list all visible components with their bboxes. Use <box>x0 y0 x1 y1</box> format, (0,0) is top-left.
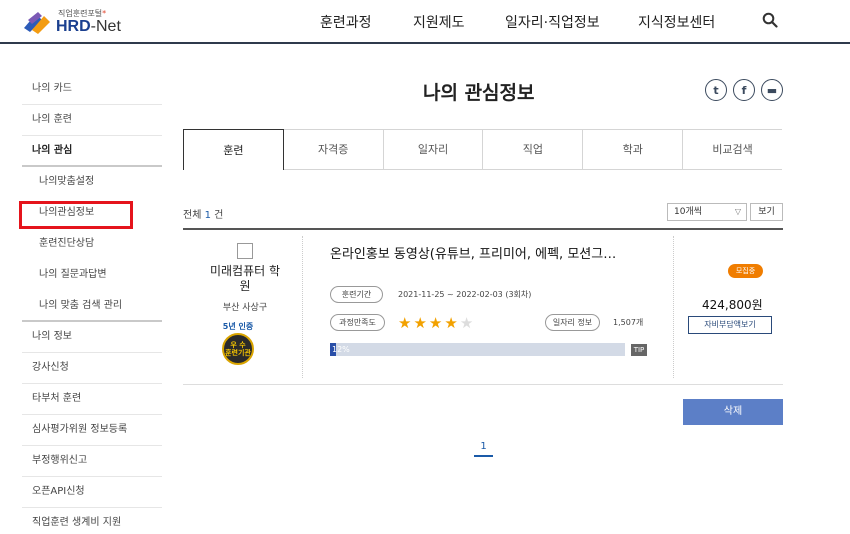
period-value: 2021-11-25 ~ 2022-02-03 (3회차) <box>398 290 532 299</box>
sidebar-item-my-card[interactable]: 나의 카드 <box>22 74 162 105</box>
cert-label: 5년 인증 <box>222 322 254 331</box>
header: 직업훈련포털* HRD-Net 훈련과정 지원제도 일자리·직업정보 지식정보센… <box>0 0 850 44</box>
column-divider <box>673 236 674 378</box>
column-divider <box>302 236 303 378</box>
tab-compare-search[interactable]: 비교검색 <box>683 130 782 169</box>
logo-mark-icon <box>24 12 50 34</box>
org-name[interactable]: 미래컴퓨터 학원 <box>205 264 285 294</box>
self-payment-button[interactable]: 자비부담액보기 <box>688 316 772 334</box>
sidebar-item-my-interest[interactable]: 나의 관심 <box>22 136 162 167</box>
sidebar-item-my-info[interactable]: 나의 정보 <box>22 322 162 353</box>
pagination-page-1[interactable]: 1 <box>474 441 493 457</box>
nav-support-system[interactable]: 지원제도 <box>413 12 465 32</box>
jobs-info-button[interactable]: 일자리 정보 <box>545 314 600 331</box>
delete-button[interactable]: 삭제 <box>683 399 783 425</box>
tab-occupation[interactable]: 직업 <box>483 130 584 169</box>
star-icon: ★ <box>398 314 414 332</box>
excellent-org-badge-icon: 우 수 훈련기관 <box>222 333 254 365</box>
list-top-border <box>183 228 783 230</box>
select-checkbox[interactable] <box>237 243 253 259</box>
twitter-icon[interactable]: t <box>705 79 727 101</box>
nav-training-courses[interactable]: 훈련과정 <box>320 12 372 32</box>
star-icon: ★ <box>459 314 476 332</box>
sidebar-item-instructor-apply[interactable]: 강사신청 <box>22 353 162 384</box>
tab-training[interactable]: 훈련 <box>183 129 284 170</box>
org-location: 부산 사상구 <box>222 303 268 313</box>
sidebar-menu: 나의 카드 나의 훈련 나의 관심 나의맞춤설정 나의관심정보 훈련진단상담 나… <box>19 74 162 534</box>
total-count: 전체 1 건 <box>183 210 224 221</box>
status-badge: 모집중 <box>728 264 763 278</box>
course-title[interactable]: 온라인홍보 동영상(유튜브, 프리미어, 에펙, 모션그… <box>330 243 616 262</box>
period-label: 훈련기간 <box>330 286 383 303</box>
page-title: 나의 관심정보 <box>423 82 535 104</box>
rating-stars: ★★★★★ <box>398 314 475 332</box>
tab-major[interactable]: 학과 <box>583 130 684 169</box>
progress-text: 12% <box>332 345 350 354</box>
tip-button[interactable]: TIP <box>631 344 647 356</box>
satisfaction-label: 과정만족도 <box>330 314 385 331</box>
nav-knowledge-center[interactable]: 지식정보센터 <box>638 12 715 32</box>
facebook-icon[interactable]: f <box>733 79 755 101</box>
nav-jobs-info[interactable]: 일자리·직업정보 <box>505 12 600 32</box>
page-size-select[interactable]: 10개씩 ▽ <box>667 203 747 221</box>
sidebar-item-evaluator-register[interactable]: 심사평가위원 정보등록 <box>22 415 162 446</box>
course-price: 424,800원 <box>702 298 763 312</box>
chevron-down-icon: ▽ <box>734 207 741 216</box>
sidebar-item-custom-search[interactable]: 나의 맞춤 검색 관리 <box>22 291 162 322</box>
tab-certificate[interactable]: 자격증 <box>284 130 384 169</box>
bus-icon[interactable]: ▬ <box>761 79 783 101</box>
sidebar-item-my-qna[interactable]: 나의 질문과답변 <box>22 260 162 291</box>
sidebar-item-other-ministry[interactable]: 타부처 훈련 <box>22 384 162 415</box>
sidebar-item-open-api[interactable]: 오픈API신청 <box>22 477 162 508</box>
list-bottom-border <box>183 384 783 385</box>
sidebar-item-training-consult[interactable]: 훈련진단상담 <box>22 229 162 260</box>
hrd-net-logo[interactable]: 직업훈련포털* HRD-Net <box>22 6 137 38</box>
view-button[interactable]: 보기 <box>750 203 783 221</box>
sidebar-item-living-support[interactable]: 직업훈련 생계비 지원 <box>22 508 162 534</box>
logo-wordmark: HRD-Net <box>56 18 121 35</box>
interest-tabs: 훈련 자격증 일자리 직업 학과 비교검색 <box>183 129 782 170</box>
sidebar-item-fraud-report[interactable]: 부정행위신고 <box>22 446 162 477</box>
sidebar-item-my-interest-info[interactable]: 나의관심정보 <box>19 198 162 229</box>
sidebar-item-my-training[interactable]: 나의 훈련 <box>22 105 162 136</box>
star-icon: ★ <box>444 314 460 332</box>
jobs-count: 1,507개 <box>613 318 644 327</box>
tab-jobs[interactable]: 일자리 <box>384 130 484 169</box>
star-icon: ★ <box>428 314 445 332</box>
progress-bar: 12% <box>330 343 625 356</box>
sidebar-item-custom-settings[interactable]: 나의맞춤설정 <box>22 167 162 198</box>
star-icon: ★ <box>413 314 429 332</box>
search-icon[interactable] <box>762 12 778 28</box>
